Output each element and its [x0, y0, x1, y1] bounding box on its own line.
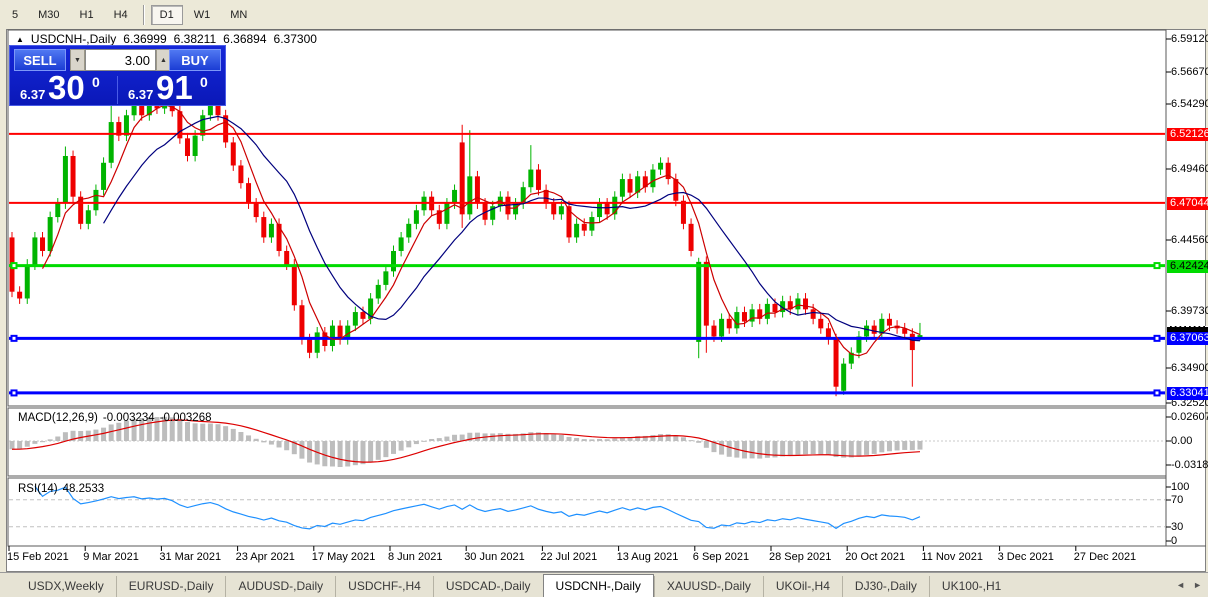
date-axis-label: 28 Sep 2021 — [769, 551, 832, 563]
buy-price-fraction: 0 — [200, 74, 208, 90]
date-axis-label: 23 Apr 2021 — [235, 551, 295, 563]
macd-value-1: -0.003234 — [102, 412, 155, 424]
sell-price-fraction: 0 — [92, 74, 100, 90]
chart-tab-ukoilh4[interactable]: UKOil-,H4 — [762, 576, 842, 597]
chart-tab-dj30daily[interactable]: DJ30-,Daily — [841, 576, 929, 597]
ohlc-high: 6.38211 — [173, 32, 217, 46]
date-axis-label: 6 Sep 2021 — [692, 551, 750, 563]
chart-tab-audusddaily[interactable]: AUDUSD-,Daily — [225, 576, 335, 597]
macd-value-2: -0.003268 — [159, 412, 212, 424]
timeframe-button-5[interactable]: 5 — [3, 5, 27, 25]
chart-tab-usdxweekly[interactable]: USDX,Weekly — [16, 576, 116, 597]
toolbar-separator — [142, 4, 145, 25]
symbol-name: USDCNH-,Daily — [30, 32, 117, 46]
trade-controls-row: SELL ▼ ▲ BUY — [10, 49, 225, 73]
timeframe-button-w1[interactable]: W1 — [185, 5, 220, 25]
macd-indicator-label: MACD(12,26,9) -0.003234 -0.003268 — [18, 412, 211, 424]
price-level-label: 6.37063 — [1167, 331, 1208, 345]
price-axis-label: 6.54290 — [1171, 98, 1208, 110]
date-axis-label: 11 Nov 2021 — [921, 551, 983, 563]
price-axis-label: 6.59120 — [1171, 33, 1208, 45]
date-axis-label: 3 Dec 2021 — [997, 551, 1054, 563]
chart-tab-usdchfh4[interactable]: USDCHF-,H4 — [335, 576, 433, 597]
sell-price-pips: 30 — [48, 69, 85, 106]
timeframe-toolbar: 5 M30 H1 H4 D1 W1 MN — [0, 0, 1208, 29]
trade-prices-row: 6.37 30 0 6.37 91 0 — [10, 69, 225, 106]
collapse-arrow-icon[interactable]: ▲ — [16, 35, 24, 44]
price-axis-label: 6.56670 — [1171, 66, 1208, 78]
macd-axis-label: 0.02607 — [1171, 411, 1208, 423]
chart-window — [6, 29, 1206, 572]
price-axis-label: 6.34900 — [1171, 362, 1208, 374]
sell-button[interactable]: SELL — [14, 49, 66, 71]
rsi-axis-label: 70 — [1171, 494, 1184, 506]
date-axis-label: 17 May 2021 — [311, 551, 376, 563]
sell-price-prefix: 6.37 — [20, 87, 46, 102]
chart-tab-xauusddaily[interactable]: XAUUSD-,Daily — [653, 576, 763, 597]
rsi-indicator-label: RSI(14) 48.2533 — [18, 483, 104, 495]
price-axis-label: 6.39730 — [1171, 305, 1208, 317]
chart-tab-bar: USDX,Weekly EURUSD-,Daily AUDUSD-,Daily USD… — [0, 572, 1208, 597]
ohlc-close: 6.37300 — [273, 32, 317, 46]
date-axis-label: 13 Aug 2021 — [616, 551, 679, 563]
buy-price-display[interactable]: 6.37 91 0 — [118, 69, 225, 106]
price-level-label: 6.47044 — [1167, 196, 1208, 210]
date-axis-label: 27 Dec 2021 — [1073, 551, 1137, 563]
chart-tab-eurusddaily[interactable]: EURUSD-,Daily — [115, 576, 226, 597]
date-axis-label: 8 Jun 2021 — [388, 551, 443, 563]
chart-title: ▲ USDCNH-,Daily 6.36999 6.38211 6.36894 … — [16, 32, 317, 46]
tab-scroll-left-icon[interactable]: ◄ — [1176, 580, 1185, 590]
chart-tab-usdcnhdaily[interactable]: USDCNH-,Daily — [542, 574, 654, 597]
volume-input[interactable] — [85, 49, 156, 71]
tab-scroll-arrows: ◄ ► — [1176, 580, 1202, 590]
chart-tab-uk100h1[interactable]: UK100-,H1 — [928, 576, 1013, 597]
date-axis-label: 22 Jul 2021 — [540, 551, 598, 563]
price-level-label: 6.33041 — [1167, 386, 1208, 400]
ohlc-low: 6.36894 — [223, 32, 267, 46]
price-axis-label: 6.49460 — [1171, 163, 1208, 175]
macd-axis-label: 0.00 — [1171, 435, 1193, 447]
rsi-value: 48.2533 — [62, 483, 105, 495]
sell-price-display[interactable]: 6.37 30 0 — [10, 69, 117, 106]
price-level-label: 6.42424 — [1167, 259, 1208, 273]
price-axis-label: 6.44560 — [1171, 234, 1208, 246]
timeframe-button-d1[interactable]: D1 — [150, 4, 183, 25]
tab-scroll-right-icon[interactable]: ► — [1193, 580, 1202, 590]
buy-price-prefix: 6.37 — [128, 87, 154, 102]
timeframe-button-h1[interactable]: H1 — [71, 5, 103, 25]
date-axis-label: 31 Mar 2021 — [159, 551, 222, 563]
rsi-name: RSI(14) — [18, 483, 58, 495]
one-click-trading-panel: SELL ▼ ▲ BUY 6.37 30 0 6.37 91 0 — [9, 45, 226, 106]
ohlc-open: 6.36999 — [123, 32, 167, 46]
date-axis-label: 20 Oct 2021 — [845, 551, 906, 563]
macd-axis-label: -0.03187 — [1171, 459, 1208, 471]
date-axis-label: 30 Jun 2021 — [464, 551, 525, 563]
buy-price-pips: 91 — [156, 69, 193, 106]
chart-tab-usdcaddaily[interactable]: USDCAD-,Daily — [432, 576, 543, 597]
price-level-label: 6.52126 — [1167, 127, 1208, 141]
macd-name: MACD(12,26,9) — [18, 412, 98, 424]
timeframe-button-mn[interactable]: MN — [221, 5, 256, 25]
timeframe-button-h4[interactable]: H4 — [105, 5, 137, 25]
date-axis-label: 9 Mar 2021 — [83, 551, 139, 563]
buy-button[interactable]: BUY — [169, 49, 221, 71]
volume-decrease-button[interactable]: ▼ — [70, 49, 85, 71]
timeframe-button-m30[interactable]: M30 — [29, 5, 68, 25]
rsi-axis-label: 100 — [1171, 481, 1190, 493]
rsi-axis-label: 30 — [1171, 521, 1184, 533]
date-axis-label: 15 Feb 2021 — [7, 551, 69, 563]
rsi-axis-label: 0 — [1171, 535, 1178, 547]
